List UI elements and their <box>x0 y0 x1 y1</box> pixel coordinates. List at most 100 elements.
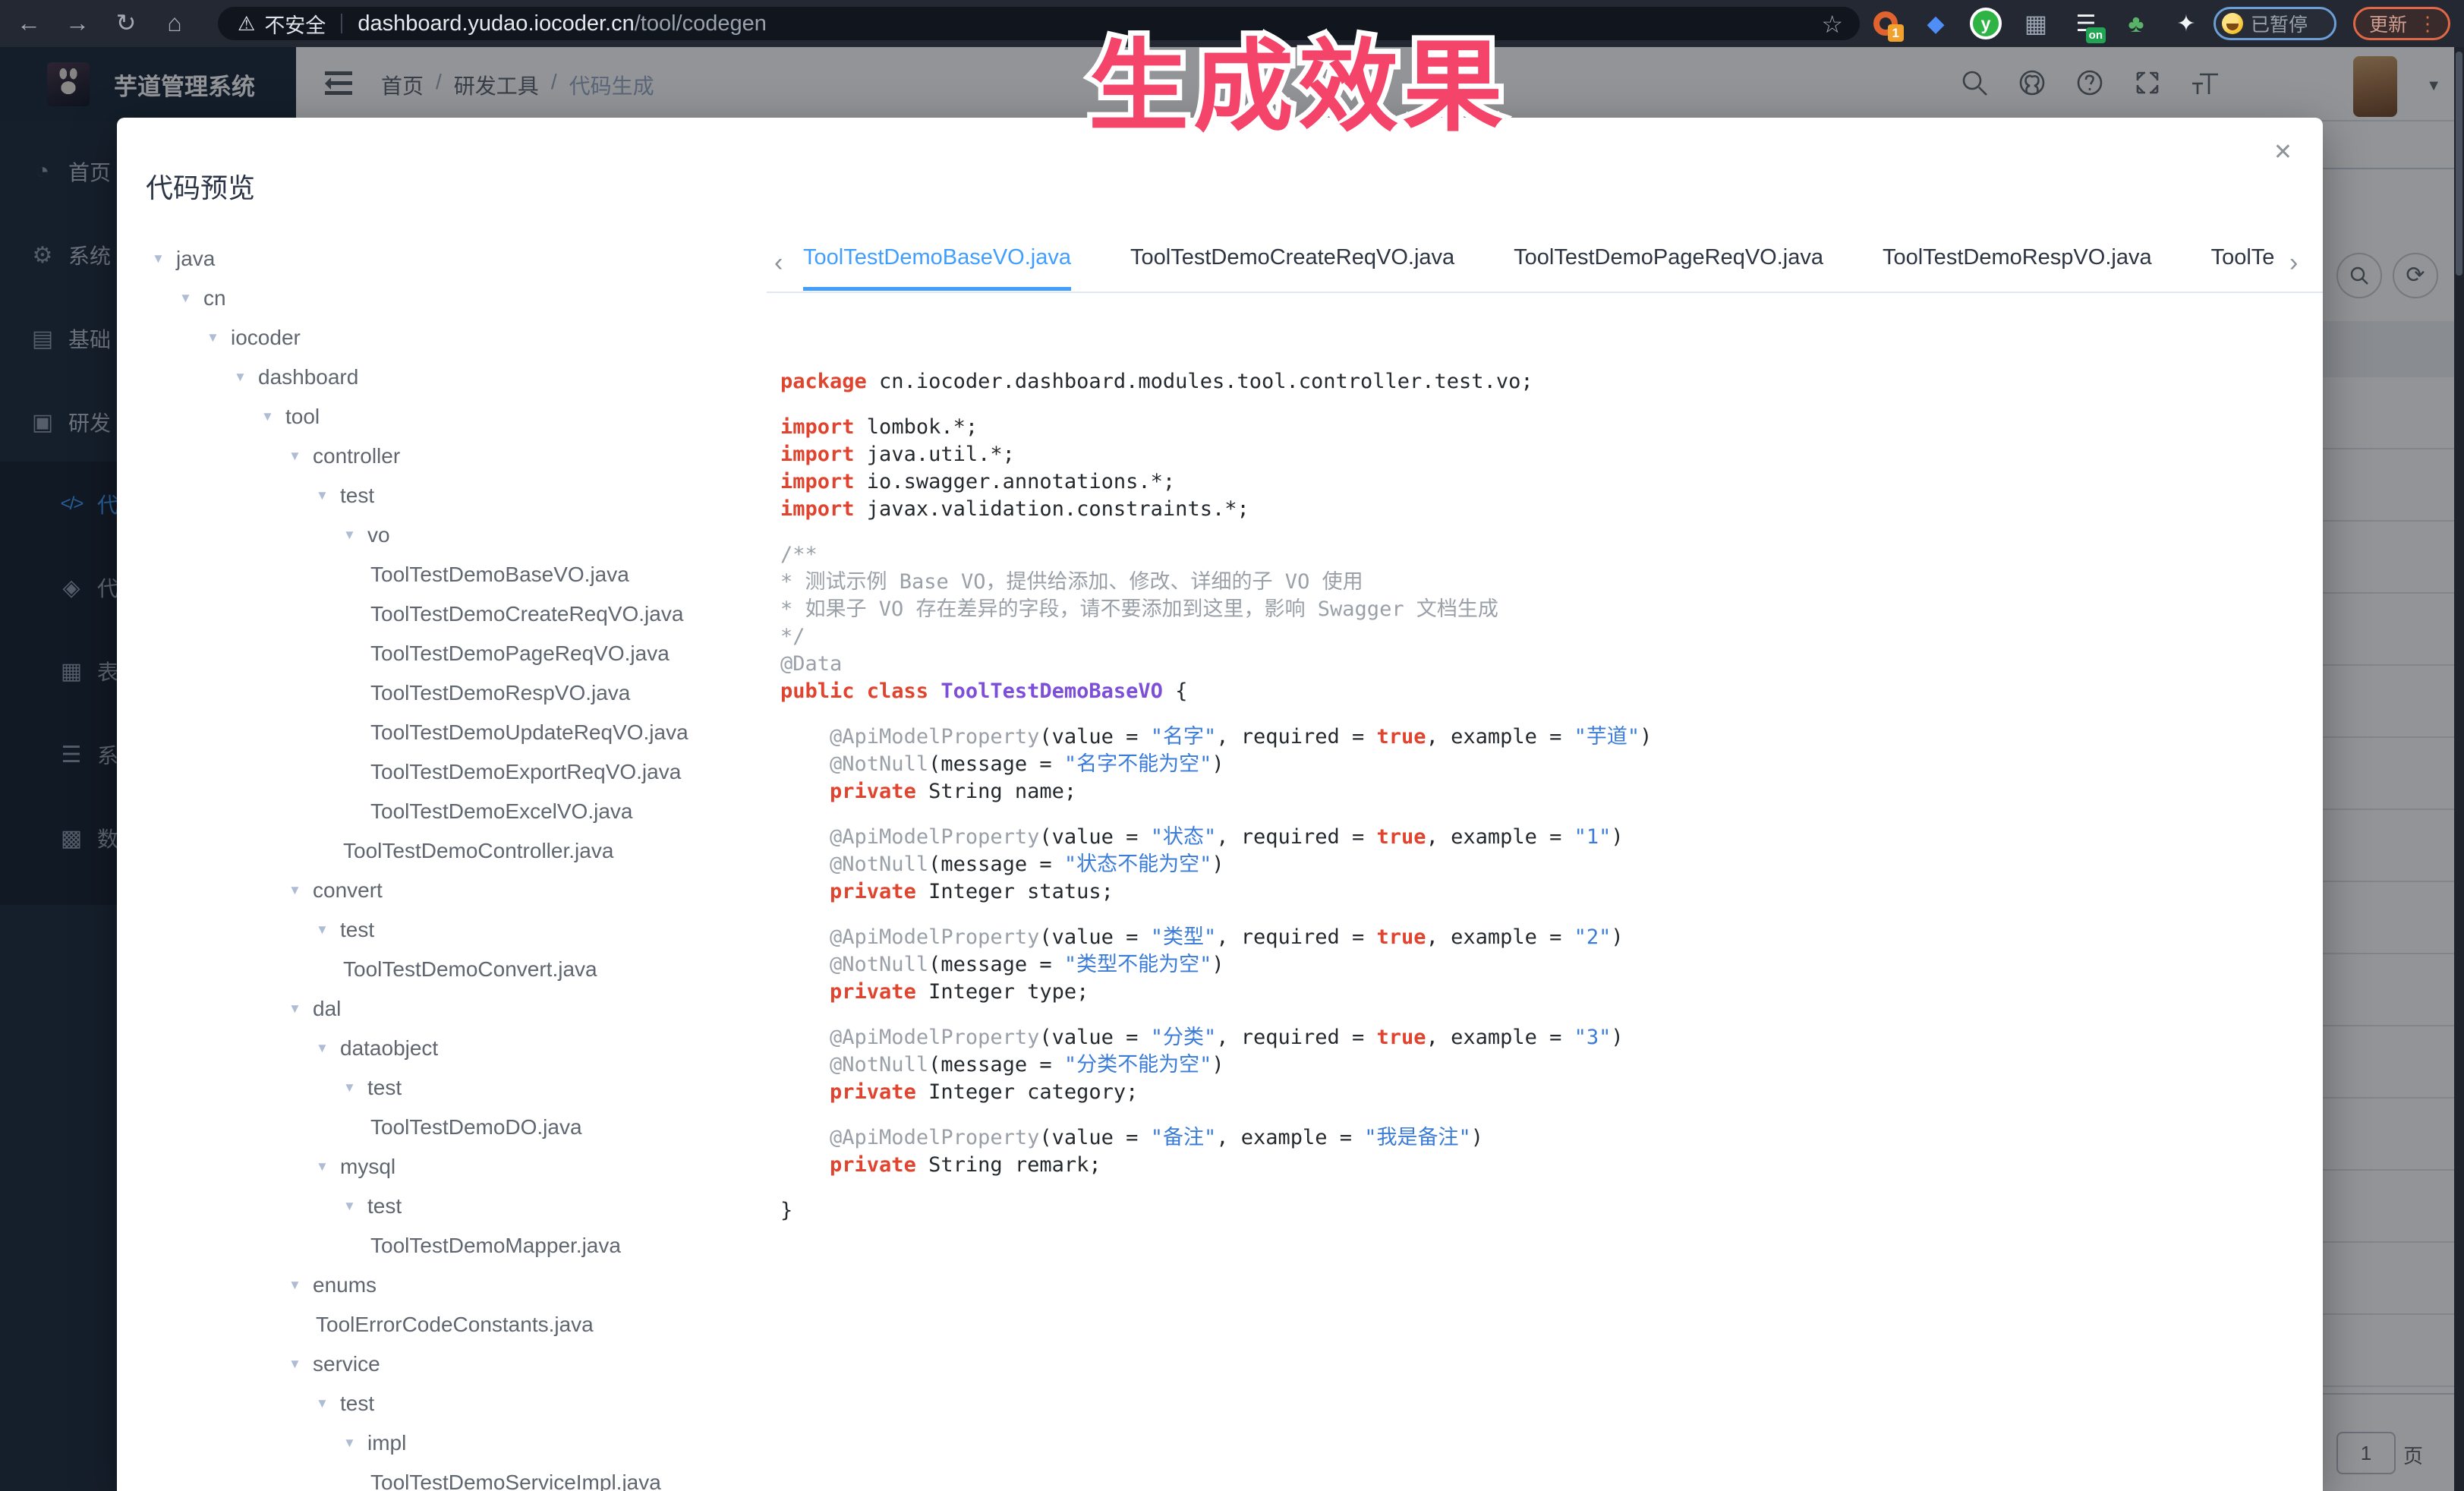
tabs-prev-icon[interactable]: ‹ <box>774 248 783 278</box>
caret-down-icon[interactable]: ▼ <box>288 883 313 898</box>
tree-folder[interactable]: ▼test <box>316 476 374 515</box>
ext-puzzle-icon[interactable]: ✦ <box>2169 7 2203 40</box>
security-label[interactable]: 不安全 <box>264 9 326 39</box>
tree-folder[interactable]: ▼controller <box>288 437 400 476</box>
tab-paused-badge[interactable]: 已暂停 <box>2214 7 2336 40</box>
tree-file[interactable]: ToolTestDemoServiceImpl.java <box>370 1463 661 1491</box>
tab-ToolTestDemoRespVO.java[interactable]: ToolTestDemoRespVO.java <box>1883 245 2152 291</box>
ext-grid-icon[interactable]: ▦ <box>2019 7 2053 40</box>
tree-folder[interactable]: ▼test <box>343 1187 402 1226</box>
tree-file[interactable]: ToolTestDemoExportReqVO.java <box>370 752 681 792</box>
ext-green-icon[interactable]: y <box>1969 7 2002 40</box>
tree-file[interactable]: ToolTestDemoRespVO.java <box>370 673 630 713</box>
insecure-warning-icon[interactable]: ⚠ <box>238 12 255 36</box>
tree-folder[interactable]: ▼tool <box>261 397 320 437</box>
code-line: @ApiModelProperty(value = "状态", required… <box>780 824 2306 851</box>
kebab-menu-icon[interactable]: ⋮ <box>2418 12 2437 36</box>
browser-forward-icon[interactable]: → <box>61 6 94 39</box>
caret-down-icon[interactable]: ▼ <box>261 409 285 424</box>
caret-down-icon[interactable]: ▼ <box>288 1001 313 1017</box>
code-line: @ApiModelProperty(value = "名字", required… <box>780 723 2306 751</box>
screen: 芋道管理系统 ◔首页⚙系统▤基础▣研发</>代◈代▦表☰系▩数 首页 / 研发工… <box>0 0 2464 1491</box>
ext-switch-icon[interactable]: ☰on <box>2069 7 2103 40</box>
tree-node-label: ToolTestDemoUpdateReqVO.java <box>370 720 688 745</box>
tree-folder[interactable]: ▼vo <box>343 515 390 555</box>
tree-file[interactable]: ToolTestDemoConvert.java <box>343 950 597 989</box>
tab-ToolTe[interactable]: ToolTe <box>2211 245 2275 291</box>
ext-leaf-icon[interactable]: ♣ <box>2119 7 2153 40</box>
browser-reload-icon[interactable]: ↻ <box>109 6 143 39</box>
tree-folder[interactable]: ▼test <box>316 1384 374 1423</box>
caret-down-icon[interactable]: ▼ <box>343 528 367 543</box>
tree-file[interactable]: ToolTestDemoUpdateReqVO.java <box>370 713 688 752</box>
tree-file[interactable]: ToolErrorCodeConstants.java <box>316 1305 594 1344</box>
code-line: private String remark; <box>780 1152 2306 1179</box>
tree-folder[interactable]: ▼impl <box>343 1423 406 1463</box>
tree-folder[interactable]: ▼service <box>288 1344 380 1384</box>
tree-node-label: convert <box>313 878 383 903</box>
tree-folder[interactable]: ▼test <box>316 910 374 950</box>
caret-down-icon[interactable]: ▼ <box>343 1080 367 1095</box>
tree-file[interactable]: ToolTestDemoBaseVO.java <box>370 555 629 594</box>
file-tabs: ToolTestDemoBaseVO.java ToolTestDemoCreat… <box>803 245 2280 295</box>
tree-folder[interactable]: ▼mysql <box>316 1147 395 1187</box>
code-line: private Integer status; <box>780 878 2306 906</box>
scrollbar-thumb[interactable] <box>2456 52 2462 276</box>
browser-home-icon[interactable]: ⌂ <box>158 6 191 39</box>
tree-file[interactable]: ToolTestDemoDO.java <box>370 1108 582 1147</box>
tree-node-label: ToolTestDemoServiceImpl.java <box>370 1471 661 1491</box>
tree-folder[interactable]: ▼java <box>152 239 215 279</box>
code-viewer[interactable]: package cn.iocoder.dashboard.modules.too… <box>780 368 2306 1225</box>
caret-down-icon[interactable]: ▼ <box>206 330 231 345</box>
caret-down-icon[interactable]: ▼ <box>316 922 340 938</box>
tab-ToolTestDemoBaseVO.java[interactable]: ToolTestDemoBaseVO.java <box>803 245 1071 291</box>
tree-folder[interactable]: ▼dashboard <box>234 358 358 397</box>
caret-down-icon[interactable]: ▼ <box>343 1436 367 1451</box>
tree-node-label: test <box>367 1076 402 1100</box>
file-tree: ▼java▼cn▼iocoder▼dashboard▼tool▼controll… <box>117 239 770 1491</box>
tree-node-label: ToolTestDemoBaseVO.java <box>370 563 629 587</box>
tree-file[interactable]: ToolTestDemoExcelVO.java <box>370 792 632 831</box>
caret-down-icon[interactable]: ▼ <box>343 1199 367 1214</box>
caret-down-icon[interactable]: ▼ <box>288 449 313 464</box>
caret-down-icon[interactable]: ▼ <box>234 370 258 385</box>
url-path: /tool/codegen <box>635 11 767 36</box>
tab-ToolTestDemoCreateReqVO.java[interactable]: ToolTestDemoCreateReqVO.java <box>1130 245 1454 291</box>
tree-file[interactable]: ToolTestDemoCreateReqVO.java <box>370 594 683 634</box>
code-line: import io.swagger.annotations.*; <box>780 468 2306 496</box>
tree-folder[interactable]: ▼dal <box>288 989 341 1029</box>
close-icon[interactable]: ✕ <box>2273 139 2292 165</box>
ext-ubuntu-icon[interactable]: 1 <box>1869 7 1902 40</box>
tree-file[interactable]: ToolTestDemoPageReqVO.java <box>370 634 670 673</box>
tree-file[interactable]: ToolTestDemoController.java <box>343 831 613 871</box>
caret-down-icon[interactable]: ▼ <box>316 1041 340 1056</box>
caret-down-icon[interactable]: ▼ <box>316 1159 340 1174</box>
tabs-next-icon[interactable]: › <box>2289 248 2298 278</box>
tree-folder[interactable]: ▼cn <box>179 279 226 318</box>
code-line: import java.util.*; <box>780 441 2306 468</box>
caret-down-icon[interactable]: ▼ <box>288 1278 313 1293</box>
tab-ToolTestDemoPageReqVO.java[interactable]: ToolTestDemoPageReqVO.java <box>1514 245 1823 291</box>
browser-update-button[interactable]: 更新 ⋮ <box>2353 7 2450 40</box>
code-line: private String name; <box>780 778 2306 805</box>
browser-scrollbar[interactable] <box>2454 47 2464 1491</box>
caret-down-icon[interactable]: ▼ <box>288 1357 313 1372</box>
caret-down-icon[interactable]: ▼ <box>152 251 176 266</box>
code-line: @ApiModelProperty(value = "类型", required… <box>780 924 2306 951</box>
caret-down-icon[interactable]: ▼ <box>316 1396 340 1411</box>
code-line: @ApiModelProperty(value = "分类", required… <box>780 1024 2306 1051</box>
ext-gem-icon[interactable]: ◆ <box>1919 7 1952 40</box>
tree-folder[interactable]: ▼iocoder <box>206 318 301 358</box>
tree-folder[interactable]: ▼convert <box>288 871 383 910</box>
tree-folder[interactable]: ▼dataobject <box>316 1029 438 1068</box>
caret-down-icon[interactable]: ▼ <box>179 291 203 306</box>
browser-back-icon[interactable]: ← <box>12 6 46 39</box>
tree-node-label: ToolTestDemoDO.java <box>370 1115 582 1140</box>
tree-file[interactable]: ToolTestDemoMapper.java <box>370 1226 621 1266</box>
caret-down-icon[interactable]: ▼ <box>316 488 340 503</box>
tree-node-label: mysql <box>340 1155 395 1179</box>
tree-folder[interactable]: ▼test <box>343 1068 402 1108</box>
bookmark-star-icon[interactable]: ☆ <box>1821 10 1843 39</box>
tree-folder[interactable]: ▼enums <box>288 1266 377 1305</box>
code-line <box>780 906 2306 924</box>
